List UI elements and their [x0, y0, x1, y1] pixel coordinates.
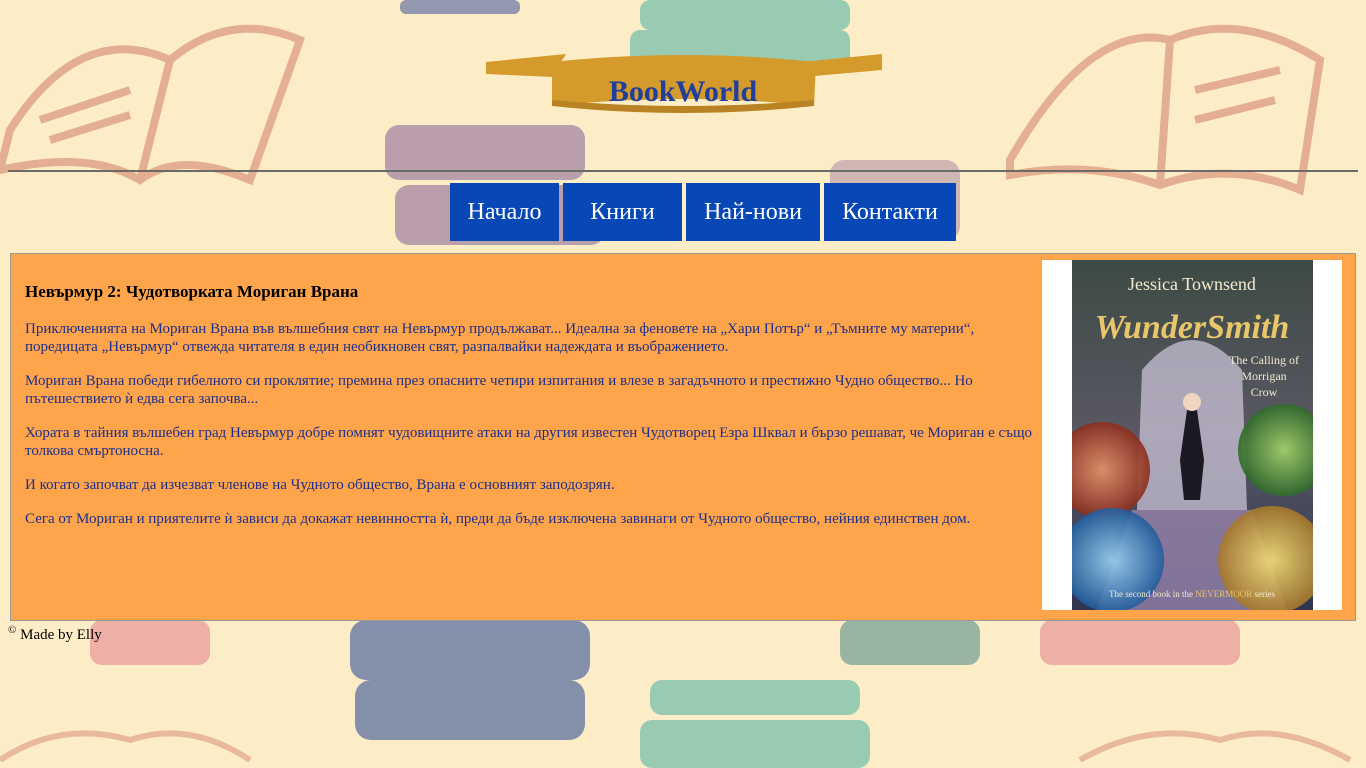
copyright-symbol: © — [8, 624, 17, 636]
nav-contacts-button[interactable]: Контакти — [824, 183, 956, 241]
footer-credit: Made by Elly — [20, 627, 102, 643]
description-paragraph: Сега от Мориган и приятелите ѝ зависи да… — [25, 511, 971, 527]
cover-title: WunderSmith — [1095, 309, 1290, 346]
book-stack-icon — [90, 620, 1240, 665]
cover-subtitle: The Calling of — [1229, 353, 1299, 367]
book-description: Приключенията на Мориган Врана във вълше… — [25, 320, 1045, 544]
book-stack-icon — [840, 620, 980, 665]
description-paragraph: Мориган Врана победи гибелното си прокля… — [25, 373, 973, 407]
open-book-icon — [0, 730, 1352, 763]
cover-author: Jessica Townsend — [1128, 274, 1256, 294]
description-paragraph: И когато започват да изчезват членове на… — [25, 477, 615, 493]
header-divider — [8, 170, 1358, 172]
book-cover-image: Jessica Townsend WunderSmith The Calling… — [1072, 260, 1313, 610]
site-header: BookWorld — [0, 0, 1366, 170]
nav-home-button[interactable]: Начало — [450, 183, 559, 241]
cover-series-note: The second book in the NEVERMOOR series — [1109, 589, 1275, 599]
book-stack-icon — [350, 620, 590, 740]
book-stack-icon — [640, 680, 870, 768]
book-title: Невърмур 2: Чудотворката Мориган Врана — [25, 282, 359, 301]
book-cover-frame: Jessica Townsend WunderSmith The Calling… — [1042, 260, 1342, 610]
site-logo-text[interactable]: BookWorld — [551, 70, 815, 114]
book-detail-panel: Невърмур 2: Чудотворката Мориган Врана П… — [10, 253, 1356, 621]
main-nav: Начало Книги Най-нови Контакти — [0, 183, 1366, 241]
nav-books-button[interactable]: Книги — [563, 183, 682, 241]
cover-subtitle: Morrigan — [1241, 369, 1286, 383]
cover-subtitle: Crow — [1251, 385, 1278, 399]
site-footer: © Made by Elly — [8, 624, 102, 644]
description-paragraph: Приключенията на Мориган Врана във вълше… — [25, 321, 975, 355]
nav-newest-button[interactable]: Най-нови — [686, 183, 820, 241]
description-paragraph: Хората в тайния вълшебен град Невърмур д… — [25, 425, 1032, 459]
